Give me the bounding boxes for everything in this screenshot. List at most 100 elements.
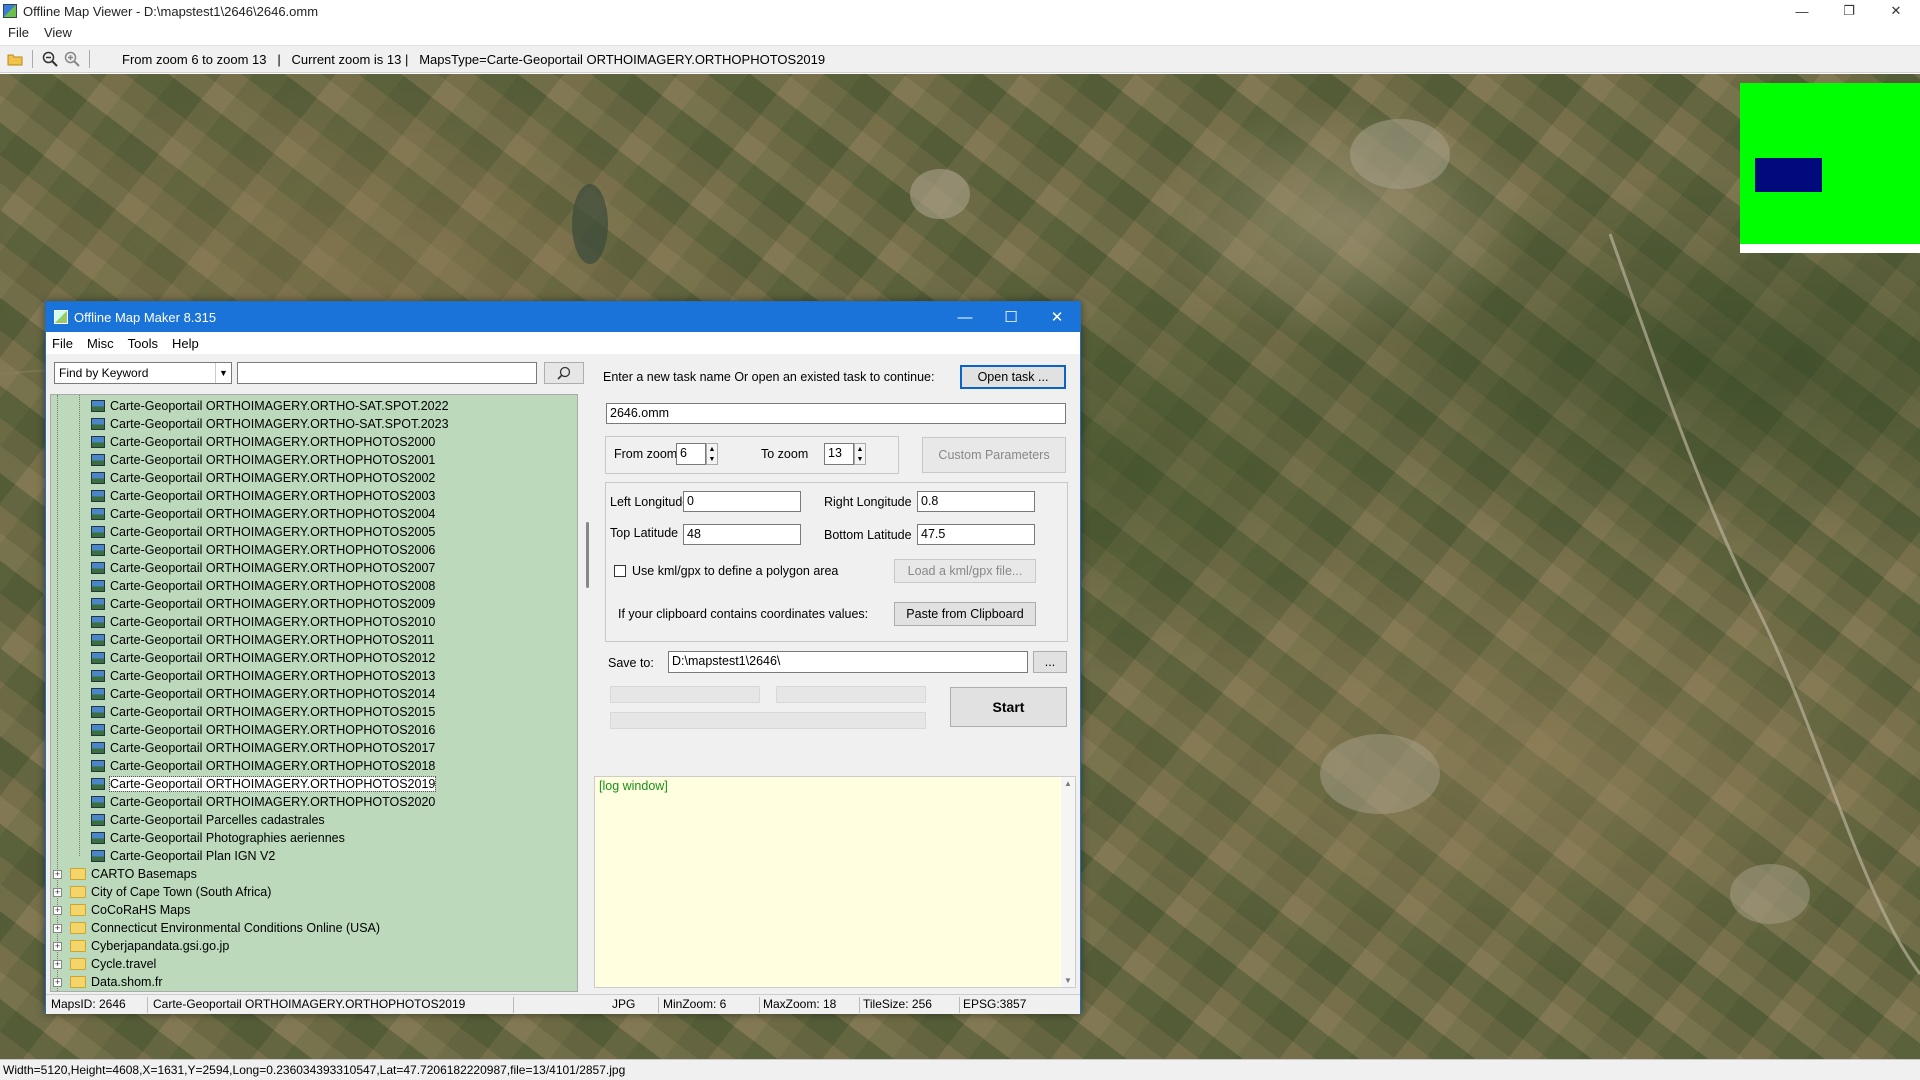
- tree-leaf-item[interactable]: Carte-Geoportail ORTHOIMAGERY.ORTHOPHOTO…: [91, 469, 435, 487]
- minimap-viewport[interactable]: [1755, 158, 1822, 192]
- tree-leaf-item[interactable]: Carte-Geoportail ORTHOIMAGERY.ORTHOPHOTO…: [91, 757, 435, 775]
- expand-icon[interactable]: +: [53, 923, 62, 933]
- folder-icon: [70, 886, 86, 898]
- tree-leaf-label: Carte-Geoportail ORTHOIMAGERY.ORTHOPHOTO…: [110, 525, 436, 539]
- tree-leaf-item[interactable]: Carte-Geoportail ORTHOIMAGERY.ORTHOPHOTO…: [91, 577, 435, 595]
- map-source-tree[interactable]: Carte-Geoportail ORTHOIMAGERY.ORTHO-SAT.…: [50, 394, 578, 992]
- minimap[interactable]: [1740, 83, 1920, 253]
- tree-leaf-item[interactable]: Carte-Geoportail ORTHOIMAGERY.ORTHOPHOTO…: [91, 739, 435, 757]
- tree-folder-item[interactable]: + Data.shom.fr: [53, 973, 163, 991]
- tree-leaf-item[interactable]: Carte-Geoportail ORTHOIMAGERY.ORTHOPHOTO…: [91, 793, 435, 811]
- tree-leaf-label: Carte-Geoportail ORTHOIMAGERY.ORTHOPHOTO…: [110, 579, 436, 593]
- tree-folder-item[interactable]: + Connecticut Environmental Conditions On…: [53, 919, 380, 937]
- tree-leaf-item[interactable]: Carte-Geoportail ORTHOIMAGERY.ORTHOPHOTO…: [91, 433, 435, 451]
- tree-leaf-label: Carte-Geoportail ORTHOIMAGERY.ORTHOPHOTO…: [110, 633, 435, 647]
- tree-leaf-item[interactable]: Carte-Geoportail ORTHOIMAGERY.ORTHOPHOTO…: [91, 487, 435, 505]
- task-name-field[interactable]: 2646.omm: [606, 403, 1066, 424]
- tree-folder-item[interactable]: + City of Cape Town (South Africa): [53, 883, 271, 901]
- from-zoom-stepper[interactable]: ▲ ▼: [706, 443, 718, 465]
- tree-folder-item[interactable]: + CoCoRaHS Maps: [53, 901, 190, 919]
- tree-leaf-item[interactable]: Carte-Geoportail ORTHOIMAGERY.ORTHOPHOTO…: [91, 685, 435, 703]
- load-kml-button[interactable]: Load a kml/gpx file...: [894, 559, 1036, 583]
- open-task-button[interactable]: Open task ...: [960, 365, 1066, 389]
- map-layer-icon: [91, 634, 105, 646]
- browse-button[interactable]: ...: [1033, 651, 1067, 673]
- log-window[interactable]: [log window] ▲ ▼: [594, 776, 1076, 988]
- search-button[interactable]: [544, 362, 584, 384]
- tree-folder-item[interactable]: + Cycle.travel: [53, 955, 156, 973]
- tree-leaf-item[interactable]: Carte-Geoportail ORTHOIMAGERY.ORTHO-SAT.…: [91, 397, 449, 415]
- map-layer-icon: [91, 472, 105, 484]
- dialog-minimize-icon[interactable]: —: [942, 302, 988, 332]
- right-longitude-field[interactable]: 0.8: [917, 491, 1035, 512]
- tree-leaf-item[interactable]: Carte-Geoportail ORTHOIMAGERY.ORTHOPHOTO…: [91, 541, 435, 559]
- tree-leaf-item[interactable]: Carte-Geoportail ORTHOIMAGERY.ORTHOPHOTO…: [91, 667, 435, 685]
- menu-file[interactable]: File: [8, 25, 29, 40]
- task-prompt-label: Enter a new task name Or open an existed…: [603, 370, 935, 384]
- tree-leaf-item[interactable]: Carte-Geoportail ORTHOIMAGERY.ORTHOPHOTO…: [91, 703, 435, 721]
- tree-leaf-item[interactable]: Carte-Geoportail ORTHOIMAGERY.ORTHOPHOTO…: [91, 595, 435, 613]
- dialog-menu-file[interactable]: File: [52, 336, 73, 351]
- expand-icon[interactable]: +: [53, 905, 62, 915]
- left-longitude-label: Left Longitude: [610, 495, 690, 509]
- tree-folder-item[interactable]: + Cyberjapandata.gsi.go.jp: [53, 937, 229, 955]
- map-layer-icon: [91, 778, 105, 790]
- tree-leaf-item[interactable]: Carte-Geoportail ORTHOIMAGERY.ORTHOPHOTO…: [91, 505, 435, 523]
- to-zoom-stepper[interactable]: ▲ ▼: [854, 443, 866, 465]
- tree-leaf-item[interactable]: Carte-Geoportail Plan IGN V2: [91, 847, 275, 865]
- custom-parameters-button[interactable]: Custom Parameters: [922, 437, 1066, 473]
- tree-leaf-item[interactable]: Carte-Geoportail ORTHOIMAGERY.ORTHOPHOTO…: [91, 559, 435, 577]
- expand-icon[interactable]: +: [53, 959, 62, 969]
- map-layer-icon: [91, 580, 105, 592]
- expand-icon[interactable]: +: [53, 941, 62, 951]
- expand-icon[interactable]: +: [53, 977, 62, 987]
- tree-leaf-item[interactable]: Carte-Geoportail ORTHOIMAGERY.ORTHOPHOTO…: [91, 631, 434, 649]
- restore-icon[interactable]: ❐: [1827, 0, 1871, 22]
- expand-icon[interactable]: +: [53, 869, 62, 879]
- clipboard-label: If your clipboard contains coordinates v…: [618, 607, 869, 621]
- minimize-icon[interactable]: —: [1780, 0, 1824, 22]
- tree-leaf-item[interactable]: Carte-Geoportail ORTHOIMAGERY.ORTHOPHOTO…: [91, 451, 435, 469]
- paste-clipboard-button[interactable]: Paste from Clipboard: [894, 602, 1036, 626]
- top-latitude-field[interactable]: 48: [683, 524, 801, 545]
- tree-leaf-item[interactable]: Carte-Geoportail ORTHOIMAGERY.ORTHOPHOTO…: [91, 649, 435, 667]
- close-icon[interactable]: ✕: [1874, 0, 1918, 22]
- status-maps-id: MapsID: 2646: [48, 997, 148, 1013]
- tree-leaf-item[interactable]: Carte-Geoportail ORTHOIMAGERY.ORTHOPHOTO…: [91, 775, 437, 793]
- bottom-latitude-field[interactable]: 47.5: [917, 524, 1035, 545]
- from-zoom-field[interactable]: 6: [676, 443, 706, 465]
- tree-leaf-item[interactable]: Carte-Geoportail ORTHOIMAGERY.ORTHO-SAT.…: [91, 415, 449, 433]
- left-longitude-field[interactable]: 0: [683, 491, 801, 512]
- map-layer-icon: [91, 436, 105, 448]
- chevron-down-icon[interactable]: ▼: [215, 363, 231, 383]
- zoom-out-icon[interactable]: [39, 48, 61, 70]
- expand-icon[interactable]: +: [53, 887, 62, 897]
- start-button[interactable]: Start: [950, 687, 1067, 727]
- log-scrollbar[interactable]: ▲ ▼: [1061, 777, 1075, 987]
- search-input[interactable]: [237, 362, 537, 384]
- zoom-in-icon[interactable]: [61, 48, 83, 70]
- tree-leaf-item[interactable]: Carte-Geoportail ORTHOIMAGERY.ORTHOPHOTO…: [91, 523, 435, 541]
- tree-leaf-item[interactable]: Carte-Geoportail Photographies aeriennes: [91, 829, 345, 847]
- map-layer-icon: [91, 598, 105, 610]
- kml-checkbox[interactable]: [614, 565, 626, 577]
- dialog-close-icon[interactable]: ✕: [1034, 302, 1080, 332]
- to-zoom-field[interactable]: 13: [824, 443, 854, 465]
- dialog-menu-help[interactable]: Help: [172, 336, 199, 351]
- map-layer-icon: [91, 760, 105, 772]
- open-folder-icon[interactable]: [4, 48, 26, 70]
- menu-view[interactable]: View: [44, 25, 72, 40]
- tree-leaf-item[interactable]: Carte-Geoportail ORTHOIMAGERY.ORTHOPHOTO…: [91, 613, 435, 631]
- tree-leaf-item[interactable]: Carte-Geoportail Parcelles cadastrales: [91, 811, 325, 829]
- save-to-field[interactable]: D:\mapstest1\2646\: [668, 651, 1028, 673]
- map-layer-icon: [91, 850, 105, 862]
- find-mode-select[interactable]: Find by Keyword ▼: [54, 362, 232, 384]
- dialog-menu-misc[interactable]: Misc: [87, 336, 114, 351]
- dialog-menu-tools[interactable]: Tools: [128, 336, 158, 351]
- dialog-maximize-icon[interactable]: ☐: [988, 302, 1034, 332]
- tree-leaf-item[interactable]: Carte-Geoportail ORTHOIMAGERY.ORTHOPHOTO…: [91, 721, 435, 739]
- status-format: JPG: [609, 997, 659, 1013]
- tree-folder-item[interactable]: + CARTO Basemaps: [53, 865, 197, 883]
- app-icon: [3, 4, 17, 18]
- tree-scrollbar-thumb[interactable]: [586, 522, 589, 588]
